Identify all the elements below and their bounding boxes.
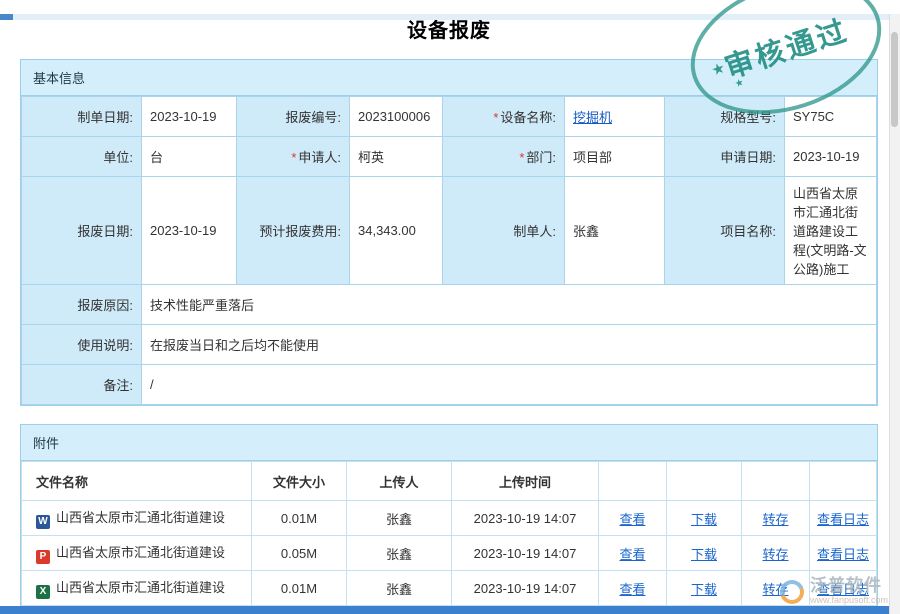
- upload-time: 2023-10-19 14:07: [452, 536, 599, 571]
- unit-label: 单位:: [22, 137, 142, 177]
- top-strip: [13, 14, 890, 20]
- dept-value: 项目部: [565, 137, 665, 177]
- file-name-cell: X 山西省太原市汇通北街道建设: [22, 571, 252, 606]
- file-size: 0.01M: [252, 501, 347, 536]
- view-link[interactable]: 查看: [619, 547, 645, 562]
- table-row: 使用说明: 在报废当日和之后均不能使用: [22, 325, 877, 365]
- col-file-name: 文件名称: [22, 462, 252, 501]
- scrollbar-thumb[interactable]: [891, 32, 898, 127]
- view-log-link[interactable]: 查看日志: [817, 512, 869, 527]
- applicant-label-text: 申请人:: [298, 150, 341, 165]
- attachments-section: 附件 文件名称 文件大小 上传人 上传时间: [20, 424, 878, 607]
- view-log-link[interactable]: 查看日志: [817, 547, 869, 562]
- table-row: X 山西省太原市汇通北街道建设 0.01M 张鑫 2023-10-19 14:07…: [22, 571, 877, 606]
- unit-value: 台: [142, 137, 237, 177]
- maker-value: 张鑫: [565, 177, 665, 285]
- est-cost-label: 预计报废费用:: [237, 177, 350, 285]
- col-action-3: [742, 462, 810, 501]
- maker-label: 制单人:: [443, 177, 565, 285]
- page-content: 设备报废 基本信息 制单日期: 2023-10-19 报废编号: 2023100…: [0, 14, 900, 607]
- attachments-table: 文件名称 文件大小 上传人 上传时间 W 山西省太原市汇通北街道建设 0.01M: [21, 461, 877, 606]
- dept-label-text: 部门:: [526, 150, 556, 165]
- device-name-link[interactable]: 挖掘机: [573, 110, 612, 125]
- required-marker: *: [493, 110, 498, 125]
- basic-info-section-title: 基本信息: [21, 60, 877, 96]
- transfer-link[interactable]: 转存: [762, 547, 788, 562]
- scrap-date-value: 2023-10-19: [142, 177, 237, 285]
- brand-url: www.fanpusoft.com: [810, 596, 888, 606]
- download-link[interactable]: 下载: [691, 547, 717, 562]
- scrap-no-value: 2023100006: [350, 97, 443, 137]
- file-name-cell: P 山西省太原市汇通北街道建设: [22, 536, 252, 571]
- table-row: 报废日期: 2023-10-19 预计报废费用: 34,343.00 制单人: …: [22, 177, 877, 285]
- device-name-label-text: 设备名称:: [500, 110, 556, 125]
- view-link[interactable]: 查看: [619, 512, 645, 527]
- project-value: 山西省太原市汇通北街道路建设工程(文明路-文公路)施工: [785, 177, 877, 285]
- col-uploader: 上传人: [347, 462, 452, 501]
- required-marker: *: [291, 150, 296, 165]
- applicant-label: *申请人:: [237, 137, 350, 177]
- scrap-date-label: 报废日期:: [22, 177, 142, 285]
- table-header-row: 文件名称 文件大小 上传人 上传时间: [22, 462, 877, 501]
- spec-label: 规格型号:: [665, 97, 785, 137]
- device-name-label: *设备名称:: [443, 97, 565, 137]
- excel-file-icon: X: [36, 585, 50, 599]
- table-row: 备注: /: [22, 365, 877, 405]
- apply-date-value: 2023-10-19: [785, 137, 877, 177]
- table-row: 报废原因: 技术性能严重落后: [22, 285, 877, 325]
- apply-date-label: 申请日期:: [665, 137, 785, 177]
- file-size: 0.01M: [252, 571, 347, 606]
- table-row: P 山西省太原市汇通北街道建设 0.05M 张鑫 2023-10-19 14:07…: [22, 536, 877, 571]
- reason-label: 报废原因:: [22, 285, 142, 325]
- file-name-cell: W 山西省太原市汇通北街道建设: [22, 501, 252, 536]
- download-link[interactable]: 下载: [691, 582, 717, 597]
- transfer-link[interactable]: 转存: [762, 512, 788, 527]
- attachments-section-title: 附件: [21, 425, 877, 461]
- col-upload-time: 上传时间: [452, 462, 599, 501]
- upload-time: 2023-10-19 14:07: [452, 501, 599, 536]
- brand-watermark: 泛普软件 www.fanpusoft.com: [780, 577, 888, 606]
- col-action-1: [599, 462, 667, 501]
- spec-value: SY75C: [785, 97, 877, 137]
- dept-label: *部门:: [443, 137, 565, 177]
- project-label: 项目名称:: [665, 177, 785, 285]
- scrap-no-label: 报废编号:: [237, 97, 350, 137]
- word-file-icon: W: [36, 515, 50, 529]
- usage-value: 在报废当日和之后均不能使用: [142, 325, 877, 365]
- device-name-value: 挖掘机: [565, 97, 665, 137]
- pdf-file-icon: P: [36, 550, 50, 564]
- file-size: 0.05M: [252, 536, 347, 571]
- uploader: 张鑫: [347, 536, 452, 571]
- upload-time: 2023-10-19 14:07: [452, 571, 599, 606]
- uploader: 张鑫: [347, 501, 452, 536]
- table-row: W 山西省太原市汇通北街道建设 0.01M 张鑫 2023-10-19 14:07…: [22, 501, 877, 536]
- make-date-label: 制单日期:: [22, 97, 142, 137]
- remark-value: /: [142, 365, 877, 405]
- remark-label: 备注:: [22, 365, 142, 405]
- col-action-2: [667, 462, 742, 501]
- col-action-4: [810, 462, 877, 501]
- brand-name: 泛普软件: [810, 577, 888, 596]
- download-link[interactable]: 下载: [691, 512, 717, 527]
- brand-logo-icon: [776, 576, 808, 608]
- basic-info-table: 制单日期: 2023-10-19 报废编号: 2023100006 *设备名称:…: [21, 96, 877, 405]
- file-name: 山西省太原市汇通北街道建设: [56, 510, 225, 525]
- table-row: 单位: 台 *申请人: 柯英 *部门: 项目部 申请日期: 2023-10-19: [22, 137, 877, 177]
- applicant-value: 柯英: [350, 137, 443, 177]
- uploader: 张鑫: [347, 571, 452, 606]
- reason-value: 技术性能严重落后: [142, 285, 877, 325]
- basic-info-section: 基本信息 制单日期: 2023-10-19 报废编号: 2023100006 *…: [20, 59, 878, 406]
- window-corner: [0, 14, 13, 20]
- vertical-scrollbar[interactable]: [889, 14, 900, 614]
- required-marker: *: [519, 150, 524, 165]
- make-date-value: 2023-10-19: [142, 97, 237, 137]
- table-row: 制单日期: 2023-10-19 报废编号: 2023100006 *设备名称:…: [22, 97, 877, 137]
- horizontal-scrollbar[interactable]: [0, 606, 890, 614]
- usage-label: 使用说明:: [22, 325, 142, 365]
- file-name: 山西省太原市汇通北街道建设: [56, 580, 225, 595]
- est-cost-value: 34,343.00: [350, 177, 443, 285]
- file-name: 山西省太原市汇通北街道建设: [56, 545, 225, 560]
- col-file-size: 文件大小: [252, 462, 347, 501]
- view-link[interactable]: 查看: [619, 582, 645, 597]
